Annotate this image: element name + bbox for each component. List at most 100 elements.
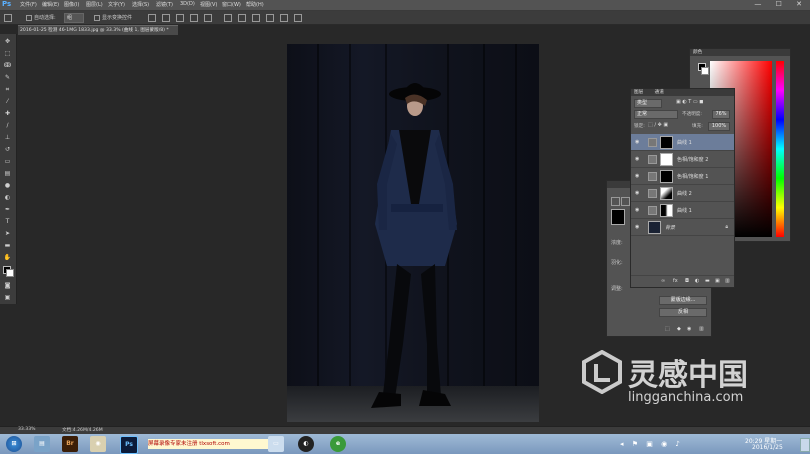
show-desktop-button[interactable] bbox=[800, 438, 810, 452]
media-taskbar-icon[interactable]: ◐ bbox=[298, 436, 314, 452]
link-layers-icon[interactable]: ∞ bbox=[661, 278, 665, 284]
align-center-icon[interactable] bbox=[204, 14, 212, 22]
eye-icon[interactable]: ◉ bbox=[635, 224, 639, 230]
blend-mode-dropdown[interactable]: 正常 bbox=[634, 110, 678, 119]
opacity-input[interactable]: 76% bbox=[712, 110, 730, 119]
background-color-swatch[interactable] bbox=[6, 269, 14, 277]
layer-row[interactable]: ◉ 色相/饱和度 2 bbox=[631, 151, 734, 168]
tab-channels[interactable]: 通道 bbox=[655, 90, 664, 95]
menu-window[interactable]: 窗口(W) bbox=[222, 1, 241, 8]
pixel-mask-icon[interactable] bbox=[611, 197, 620, 206]
window-controls[interactable]: — ☐ ✕ bbox=[754, 0, 808, 8]
layer-mask-thumbnail[interactable] bbox=[660, 153, 673, 166]
distribute-bottom-icon[interactable] bbox=[252, 14, 260, 22]
distribute-center-icon[interactable] bbox=[280, 14, 288, 22]
new-layer-icon[interactable]: ▣ bbox=[715, 278, 720, 284]
folder-taskbar-icon[interactable]: ▭ bbox=[268, 436, 284, 452]
distribute-middle-icon[interactable] bbox=[238, 14, 246, 22]
marquee-tool-icon[interactable]: ⬚ bbox=[3, 50, 12, 57]
document-canvas[interactable] bbox=[287, 44, 539, 422]
align-bottom-icon[interactable] bbox=[176, 14, 184, 22]
layer-row[interactable]: ◉ 曲线 1 bbox=[631, 202, 734, 219]
delete-mask-icon[interactable]: ▥ bbox=[699, 326, 704, 332]
menu-edit[interactable]: 编辑(E) bbox=[42, 1, 59, 8]
eye-icon[interactable]: ◉ bbox=[635, 207, 639, 213]
quick-mask-icon[interactable]: ◙ bbox=[3, 282, 12, 289]
photoshop-taskbar-icon[interactable]: Ps bbox=[120, 436, 138, 454]
screen-mode-icon[interactable]: ▣ bbox=[3, 294, 12, 301]
lasso-tool-icon[interactable]: ↂ bbox=[3, 62, 12, 69]
shape-tool-icon[interactable]: ▬ bbox=[3, 242, 12, 249]
auto-select-checkbox[interactable] bbox=[26, 15, 32, 21]
add-mask-icon[interactable]: ◘ bbox=[685, 278, 689, 284]
brush-tool-icon[interactable]: ∕ bbox=[3, 122, 12, 129]
menu-select[interactable]: 选择(S) bbox=[132, 1, 149, 8]
show-transform-checkbox[interactable] bbox=[94, 15, 100, 21]
layer-row[interactable]: ◉ 色相/饱和度 1 bbox=[631, 168, 734, 185]
start-button[interactable]: ⊞ bbox=[6, 436, 22, 452]
layer-mask-thumbnail[interactable] bbox=[660, 204, 673, 217]
layer-mask-thumbnail[interactable] bbox=[660, 187, 673, 200]
path-select-tool-icon[interactable]: ➤ bbox=[3, 230, 12, 237]
align-left-icon[interactable] bbox=[190, 14, 198, 22]
menu-layer[interactable]: 图层(L) bbox=[86, 1, 103, 8]
color-bg-swatch[interactable] bbox=[701, 67, 709, 75]
bridge-taskbar-icon[interactable]: Br bbox=[62, 436, 78, 452]
distribute-left-icon[interactable] bbox=[266, 14, 274, 22]
blur-tool-icon[interactable]: ● bbox=[3, 182, 12, 189]
browser-taskbar-icon[interactable]: e bbox=[330, 436, 346, 452]
new-adjustment-icon[interactable]: ◐ bbox=[695, 278, 699, 284]
eye-app-taskbar-icon[interactable]: ◉ bbox=[90, 436, 106, 452]
distribute-top-icon[interactable] bbox=[224, 14, 232, 22]
invert-button[interactable]: 反相 bbox=[659, 308, 707, 317]
history-brush-tool-icon[interactable]: ↺ bbox=[3, 146, 12, 153]
layer-row[interactable]: ◉ 背景 🔒︎ bbox=[631, 219, 734, 236]
gradient-tool-icon[interactable]: ▤ bbox=[3, 170, 12, 177]
layer-style-icon[interactable]: fx bbox=[673, 278, 678, 284]
eye-icon[interactable]: ◉ bbox=[635, 156, 639, 162]
move-tool-icon[interactable]: ✥ bbox=[3, 38, 12, 45]
filter-type-icons[interactable]: ▣ ◐ T ▭ ◼ bbox=[676, 99, 703, 105]
layer-mask-thumbnail[interactable] bbox=[660, 136, 673, 149]
zoom-level[interactable]: 33.33% bbox=[18, 427, 36, 432]
type-tool-icon[interactable]: T bbox=[3, 218, 12, 225]
document-tab[interactable]: 2016-01-25 检测 46-1MG 1833.jpg @ 33.3% (曲… bbox=[18, 25, 178, 35]
eye-icon[interactable]: ◉ bbox=[635, 173, 639, 179]
layer-thumbnail[interactable] bbox=[648, 221, 661, 234]
clock-date[interactable]: 2016/1/25 bbox=[752, 444, 783, 451]
tab-layers[interactable]: 图层 bbox=[634, 90, 643, 95]
healing-brush-tool-icon[interactable]: ✚ bbox=[3, 110, 12, 117]
layer-mask-thumbnail[interactable] bbox=[660, 170, 673, 183]
eyedropper-tool-icon[interactable]: ⁄ bbox=[3, 98, 12, 105]
load-selection-icon[interactable]: ⬚ bbox=[665, 326, 670, 332]
dodge-tool-icon[interactable]: ◐ bbox=[3, 194, 12, 201]
delete-layer-icon[interactable]: ▥ bbox=[725, 278, 730, 284]
quick-select-tool-icon[interactable]: ✎ bbox=[3, 74, 12, 81]
menu-3d[interactable]: 3D(D) bbox=[180, 1, 195, 7]
menu-view[interactable]: 视图(V) bbox=[200, 1, 217, 8]
layer-kind-filter[interactable]: 类型 bbox=[634, 99, 662, 108]
crop-tool-icon[interactable]: ⌗ bbox=[3, 86, 12, 93]
clone-stamp-tool-icon[interactable]: ⊥ bbox=[3, 134, 12, 141]
vector-mask-icon[interactable] bbox=[621, 197, 630, 206]
visibility-toggle-icon[interactable]: ◉ bbox=[687, 326, 691, 332]
layer-row[interactable]: ◉ 曲线 1 bbox=[631, 134, 734, 151]
explorer-taskbar-icon[interactable]: ▤ bbox=[34, 436, 50, 452]
mask-edge-button[interactable]: 蒙版边缘... bbox=[659, 296, 707, 305]
lock-icons[interactable]: ⬚ ∕ ✥ ▣ bbox=[648, 122, 668, 128]
hand-tool-icon[interactable]: ✋ bbox=[3, 254, 12, 261]
menu-filter[interactable]: 滤镜(T) bbox=[156, 1, 173, 8]
layer-row[interactable]: ◉ 曲线 2 bbox=[631, 185, 734, 202]
eye-icon[interactable]: ◉ bbox=[635, 139, 639, 145]
hue-slider[interactable] bbox=[776, 61, 784, 237]
menu-type[interactable]: 文字(Y) bbox=[108, 1, 125, 8]
auto-select-dropdown[interactable]: 组 bbox=[64, 13, 84, 23]
menu-help[interactable]: 帮助(H) bbox=[246, 1, 264, 8]
eye-icon[interactable]: ◉ bbox=[635, 190, 639, 196]
apply-mask-icon[interactable]: ◆ bbox=[677, 326, 681, 332]
menu-file[interactable]: 文件(F) bbox=[20, 1, 37, 8]
eraser-tool-icon[interactable]: ▭ bbox=[3, 158, 12, 165]
distribute-right-icon[interactable] bbox=[294, 14, 302, 22]
fill-input[interactable]: 100% bbox=[708, 122, 730, 131]
pen-tool-icon[interactable]: ✒ bbox=[3, 206, 12, 213]
